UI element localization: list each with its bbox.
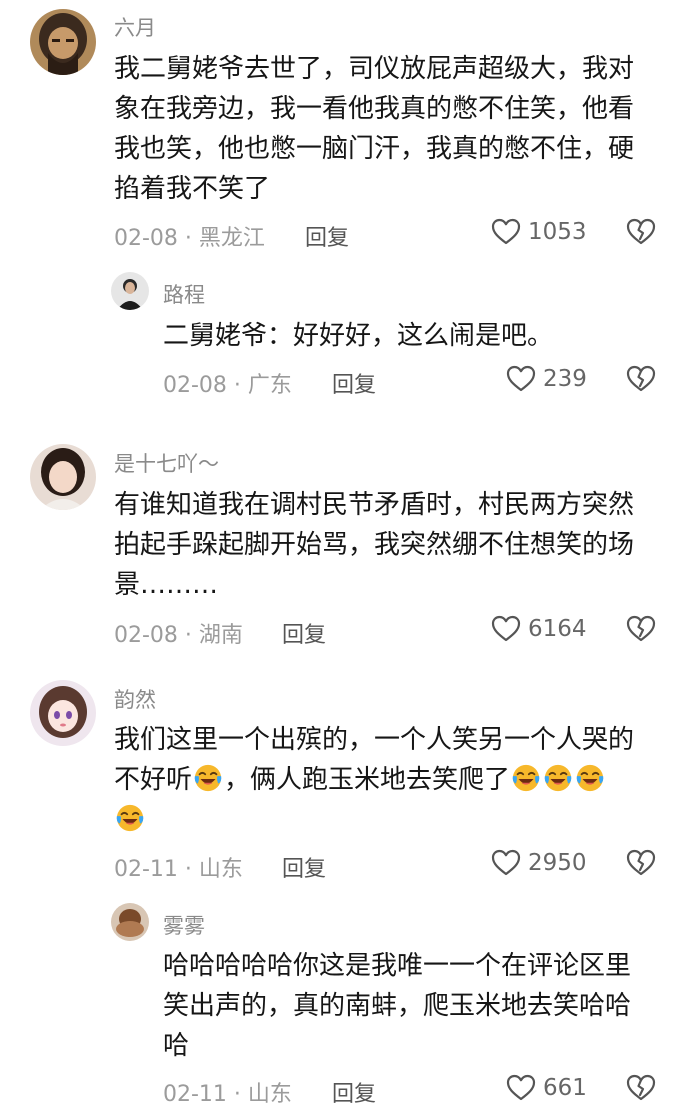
comment-line: 不好听 ，俩人跑玉米地去笑爬了: [114, 760, 634, 800]
comment-meta: 02-08 · 黑龙江: [114, 226, 265, 251]
dislike-button[interactable]: [625, 363, 657, 395]
comment-text: 我们这里一个出殡的，一个人笑另一个人哭的 不好听 ，俩人跑玉米地去笑爬了: [114, 720, 634, 840]
broken-heart-outline-icon: [625, 613, 657, 645]
comment-line: [114, 800, 634, 840]
comment-meta: 02-08 · 广东: [163, 373, 292, 398]
comment-line: 我二舅姥爷去世了，司仪放屁声超级大，我对: [114, 54, 635, 84]
comment-text: 有谁知道我在调村民节矛盾时，村民两方突然 拍起手跺起脚开始骂，我突然绷不住想笑的…: [114, 485, 634, 605]
heart-outline-icon: [490, 847, 522, 879]
comment-meta: 02-11 · 山东: [114, 857, 243, 882]
reply-button[interactable]: 回复: [282, 617, 326, 649]
comment-author[interactable]: 雾雾: [163, 910, 205, 940]
like-count: 239: [543, 366, 587, 392]
like-button[interactable]: 6164: [490, 613, 587, 645]
heart-outline-icon: [490, 613, 522, 645]
reply-button[interactable]: 回复: [332, 1076, 376, 1108]
heart-outline-icon: [505, 1072, 537, 1104]
like-button[interactable]: 2950: [490, 847, 587, 879]
comment-line: 象在我旁边，我一看他我真的憋不住笑，他看: [114, 94, 635, 124]
comment-author[interactable]: 路程: [163, 279, 205, 309]
like-button[interactable]: 1053: [490, 216, 587, 248]
comment-line: 笑出声的，真的南蚌，爬玉米地去笑哈哈: [163, 991, 632, 1021]
like-button[interactable]: 661: [505, 1072, 587, 1104]
avatar[interactable]: [30, 9, 96, 75]
comment-line: 我也笑，他也憋一脑门汗，我真的憋不住，硬: [114, 134, 635, 164]
comment-fragment: 不好听: [114, 765, 193, 795]
dislike-button[interactable]: [625, 613, 657, 645]
comment-line: 我们这里一个出殡的，一个人笑另一个人哭的: [114, 725, 635, 755]
comment-meta: 02-11 · 山东: [163, 1082, 292, 1107]
avatar[interactable]: [111, 903, 149, 941]
broken-heart-outline-icon: [625, 1072, 657, 1104]
comment-line: 哈哈哈哈哈你这是我唯一一个在评论区里: [163, 951, 632, 981]
laughing-crying-emoji: [115, 803, 145, 833]
comment-author[interactable]: 六月: [114, 12, 156, 42]
laughing-crying-emoji: [193, 763, 223, 793]
comment-line: 二舅姥爷：好好好，这么闹是吧。: [163, 321, 554, 351]
laughing-crying-emoji: [511, 763, 541, 793]
avatar[interactable]: [30, 680, 96, 746]
comment-line: 掐着我不笑了: [114, 174, 271, 204]
comment-author[interactable]: 韵然: [114, 684, 156, 714]
comment-text: 哈哈哈哈哈你这是我唯一一个在评论区里 笑出声的，真的南蚌，爬玉米地去笑哈哈 哈: [163, 946, 631, 1066]
like-count: 661: [543, 1075, 587, 1101]
comment-meta: 02-08 · 湖南: [114, 623, 243, 648]
like-count: 2950: [528, 850, 587, 876]
like-count: 6164: [528, 616, 587, 642]
reply-button[interactable]: 回复: [332, 367, 376, 399]
comment-fragment: ，俩人跑玉米地去笑爬了: [224, 765, 511, 795]
comment-text: 二舅姥爷：好好好，这么闹是吧。: [163, 316, 553, 356]
broken-heart-outline-icon: [625, 363, 657, 395]
reply-button[interactable]: 回复: [305, 220, 349, 252]
laughing-crying-emoji: [575, 763, 605, 793]
comment-line: 有谁知道我在调村民节矛盾时，村民两方突然: [114, 490, 635, 520]
like-count: 1053: [528, 219, 587, 245]
avatar[interactable]: [30, 444, 96, 510]
like-button[interactable]: 239: [505, 363, 587, 395]
comment-line: 景………: [114, 570, 219, 600]
broken-heart-outline-icon: [625, 216, 657, 248]
heart-outline-icon: [505, 363, 537, 395]
reply-button[interactable]: 回复: [282, 851, 326, 883]
broken-heart-outline-icon: [625, 847, 657, 879]
avatar[interactable]: [111, 272, 149, 310]
dislike-button[interactable]: [625, 1072, 657, 1104]
comment-author[interactable]: 是十七吖～: [114, 448, 219, 478]
dislike-button[interactable]: [625, 847, 657, 879]
laughing-crying-emoji: [543, 763, 573, 793]
comment-line: 哈: [163, 1031, 190, 1061]
comment-line: 拍起手跺起脚开始骂，我突然绷不住想笑的场: [114, 530, 635, 560]
heart-outline-icon: [490, 216, 522, 248]
dislike-button[interactable]: [625, 216, 657, 248]
comment-text: 我二舅姥爷去世了，司仪放屁声超级大，我对 象在我旁边，我一看他我真的憋不住笑，他…: [114, 49, 634, 209]
